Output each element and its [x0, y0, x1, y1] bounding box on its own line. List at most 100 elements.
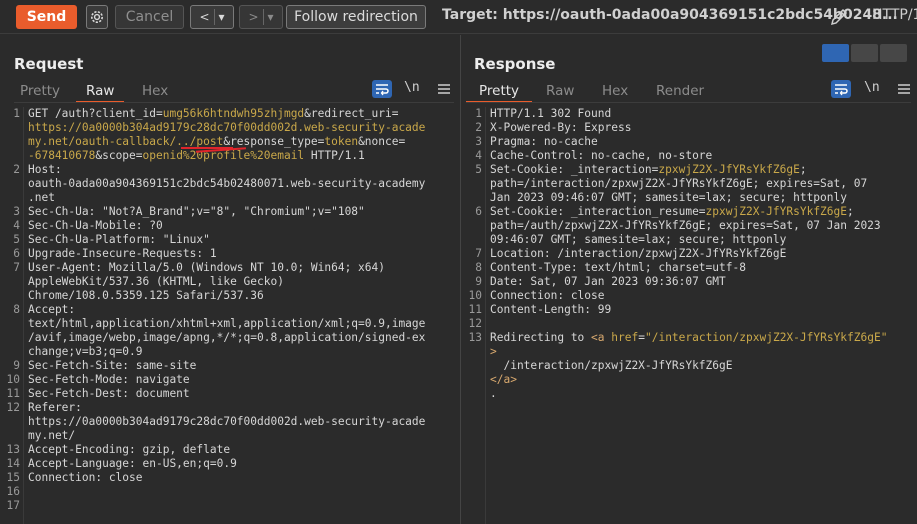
code-line[interactable]: 2 Host: [0, 163, 460, 177]
code-line[interactable]: .net [0, 191, 460, 205]
line-number: 11 [468, 303, 482, 316]
forward-button-group[interactable]: > ▾ [239, 5, 283, 29]
request-panel: Request Pretty Raw Hex \n 1 GET /auth?cli… [0, 35, 461, 524]
line-number: 8 [13, 303, 20, 316]
code-line[interactable]: 8 Accept: [0, 303, 460, 317]
code-line[interactable]: path=/interaction/zpxwjZ2X-JfYRsYkfZ6gE;… [462, 177, 917, 191]
edit-target-pencil-icon[interactable] [828, 6, 850, 28]
code-text: > [490, 345, 497, 358]
code-line[interactable]: 10 Connection: close [462, 289, 917, 303]
back-history-dropdown-icon[interactable]: ▾ [215, 10, 229, 24]
code-line[interactable]: text/html,application/xhtml+xml,applicat… [0, 317, 460, 331]
code-text: X-Powered-By: Express [490, 121, 632, 134]
code-line[interactable]: 9 Sec-Fetch-Site: same-site [0, 359, 460, 373]
tab-render[interactable]: Render [656, 81, 704, 103]
tab-raw[interactable]: Raw [76, 81, 125, 103]
code-line[interactable]: 6 Set-Cookie: _interaction_resume=zpxwjZ2… [462, 205, 917, 219]
code-line[interactable]: https://0a0000b304ad9179c28dc70f00dd002d… [0, 415, 460, 429]
forward-arrow-icon[interactable]: > [244, 10, 262, 24]
code-line[interactable]: 5 Sec-Ch-Ua-Platform: "Linux" [0, 233, 460, 247]
code-line[interactable]: > [462, 345, 917, 359]
code-line[interactable]: Jan 2023 09:46:07 GMT; samesite=lax; sec… [462, 191, 917, 205]
code-line[interactable]: 5 Set-Cookie: _interaction=zpxwjZ2X-JfYRs… [462, 163, 917, 177]
code-text: Pragma: no-cache [490, 135, 598, 148]
code-line[interactable]: . [462, 387, 917, 401]
code-line[interactable]: -678410678&scope=openid%20profile%20emai… [0, 149, 460, 163]
code-line[interactable]: https://0a0000b304ad9179c28dc70f00dd002d… [0, 121, 460, 135]
code-line[interactable]: 6 Upgrade-Insecure-Requests: 1 [0, 247, 460, 261]
code-text: GET /auth?client_id=umg56k6htndwh95zhjmg… [28, 107, 399, 120]
layout-stacked-button[interactable] [851, 44, 878, 62]
settings-button[interactable] [86, 5, 108, 29]
code-text: Chrome/108.0.5359.125 Safari/537.36 [28, 289, 264, 302]
follow-redirection-button[interactable]: Follow redirection [286, 5, 426, 29]
code-line[interactable]: oauth-0ada00a904369151c2bdc54b02480071.w… [0, 177, 460, 191]
code-line[interactable]: 2 X-Powered-By: Express [462, 121, 917, 135]
code-line[interactable]: 4 Sec-Ch-Ua-Mobile: ?0 [0, 219, 460, 233]
cancel-button[interactable]: Cancel [115, 5, 184, 29]
code-line[interactable]: 17 [0, 499, 460, 513]
code-line[interactable]: 7 Location: /interaction/zpxwjZ2X-JfYRsYk… [462, 247, 917, 261]
code-line[interactable]: change;v=b3;q=0.9 [0, 345, 460, 359]
code-line[interactable]: /avif,image/webp,image/apng,*/*;q=0.8,ap… [0, 331, 460, 345]
tab-hex[interactable]: Hex [602, 81, 628, 103]
back-button-group[interactable]: < ▾ [190, 5, 234, 29]
wrap-lines-icon [376, 84, 389, 96]
code-line[interactable]: 7 User-Agent: Mozilla/5.0 (Windows NT 10.… [0, 261, 460, 275]
code-line[interactable]: 12 [462, 317, 917, 331]
tab-hex[interactable]: Hex [142, 81, 168, 103]
tab-underline [466, 102, 911, 103]
code-line[interactable]: 4 Cache-Control: no-cache, no-store [462, 149, 917, 163]
layout-tabs-button[interactable] [880, 44, 907, 62]
line-number: 6 [13, 247, 20, 260]
code-line[interactable]: 15 Connection: close [0, 471, 460, 485]
back-arrow-icon[interactable]: < [195, 10, 213, 24]
code-line[interactable]: 10 Sec-Fetch-Mode: navigate [0, 373, 460, 387]
line-number: 4 [475, 149, 482, 162]
menu-icon[interactable] [894, 80, 914, 98]
response-editor[interactable]: 1 HTTP/1.1 302 Found 2 X-Powered-By: Expres… [462, 107, 917, 524]
code-line[interactable]: 11 Sec-Fetch-Dest: document [0, 387, 460, 401]
forward-history-dropdown-icon[interactable]: ▾ [264, 10, 278, 24]
tab-raw[interactable]: Raw [546, 81, 574, 103]
code-line[interactable]: 13 Redirecting to <a href="/interaction/z… [462, 331, 917, 345]
line-number: 8 [475, 261, 482, 274]
line-number: 7 [13, 261, 20, 274]
code-line[interactable]: AppleWebKit/537.36 (KHTML, like Gecko) [0, 275, 460, 289]
code-text: Connection: close [28, 471, 143, 484]
code-line[interactable]: 3 Pragma: no-cache [462, 135, 917, 149]
code-line[interactable]: /interaction/zpxwjZ2X-JfYRsYkfZ6gE [462, 359, 917, 373]
code-line[interactable]: Chrome/108.0.5359.125 Safari/537.36 [0, 289, 460, 303]
line-number: 11 [6, 387, 20, 400]
code-line[interactable]: my.net/ [0, 429, 460, 443]
http-protocol-label[interactable]: HTTP/1 [872, 7, 917, 23]
code-line[interactable]: 14 Accept-Language: en-US,en;q=0.9 [0, 457, 460, 471]
menu-icon[interactable] [434, 80, 454, 98]
code-line[interactable]: 1 GET /auth?client_id=umg56k6htndwh95zhjm… [0, 107, 460, 121]
tab-pretty[interactable]: Pretty [466, 81, 533, 103]
word-wrap-button[interactable] [831, 80, 851, 98]
request-title: Request [14, 55, 84, 73]
code-text: Sec-Ch-Ua: "Not?A_Brand";v="8", "Chromiu… [28, 205, 365, 218]
code-line[interactable]: </a> [462, 373, 917, 387]
code-line[interactable]: 09:46:07 GMT; samesite=lax; secure; http… [462, 233, 917, 247]
code-line[interactable]: 16 [0, 485, 460, 499]
line-number: 4 [13, 219, 20, 232]
code-line[interactable]: 1 HTTP/1.1 302 Found [462, 107, 917, 121]
code-line[interactable]: 8 Content-Type: text/html; charset=utf-8 [462, 261, 917, 275]
tab-pretty[interactable]: Pretty [20, 81, 60, 103]
send-button[interactable]: Send [16, 5, 77, 29]
code-line[interactable]: 12 Referer: [0, 401, 460, 415]
code-text: change;v=b3;q=0.9 [28, 345, 143, 358]
code-line[interactable]: 13 Accept-Encoding: gzip, deflate [0, 443, 460, 457]
show-newlines-button[interactable]: \n [864, 80, 884, 98]
word-wrap-button[interactable] [372, 80, 392, 98]
code-line[interactable]: 3 Sec-Ch-Ua: "Not?A_Brand";v="8", "Chromi… [0, 205, 460, 219]
code-line[interactable]: 11 Content-Length: 99 [462, 303, 917, 317]
show-newlines-button[interactable]: \n [404, 80, 424, 98]
line-number: 5 [13, 233, 20, 246]
code-line[interactable]: path=/auth/zpxwjZ2X-JfYRsYkfZ6gE; expire… [462, 219, 917, 233]
code-line[interactable]: 9 Date: Sat, 07 Jan 2023 09:36:07 GMT [462, 275, 917, 289]
layout-side-by-side-button[interactable] [822, 44, 849, 62]
request-editor[interactable]: 1 GET /auth?client_id=umg56k6htndwh95zhjm… [0, 107, 460, 524]
